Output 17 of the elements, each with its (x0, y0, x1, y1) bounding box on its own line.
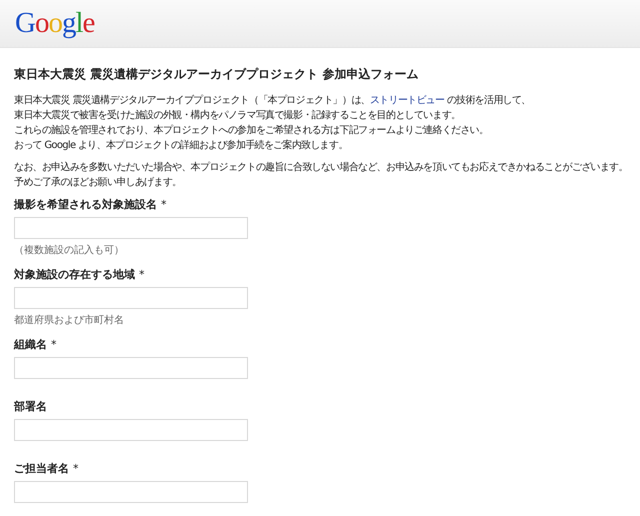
input-field[interactable] (14, 419, 248, 441)
field-label: 組織名 * (14, 337, 58, 352)
field-label: 撮影を希望される対象施設名 * (14, 197, 168, 212)
logo[interactable]: Google (15, 7, 94, 40)
input-field[interactable] (14, 357, 248, 379)
street-view-link[interactable]: ストリートビュー (370, 95, 444, 106)
field-label: 部署名 (14, 399, 48, 414)
input-field[interactable] (14, 481, 248, 503)
input-field[interactable] (14, 287, 248, 309)
intro-paragraph: なお、お申込みを多数いただいた場合や、本プロジェクトの趣旨に合致しない場合など、お申込みを頂いてもお応えできかねることがございます。 予めご了承のほどお願い申しあげます。 (14, 160, 628, 190)
field-label: 対象施設の存在する地域 * (14, 267, 146, 282)
form-title: 東日本大震災 震災遺構デジタルアーカイブプロジェクト 参加申込フォーム (14, 66, 420, 83)
intro-paragraph: 東日本大震災 震災遺構デジタルアーカイブプロジェクト（「本プロジェクト」）は、ストリートビュー の技術を活用して、 東日本大震災で被害を受けた施設の外観・構内をパノラマ写真で撮影・記録することを目的としています。 これらの施設を管理されており、本プロジェクトへの参加をご希望される方は下記フォームよりご連絡ください。 おって Google より、本プロジェクトの詳細および参加手続をご案内致します。 (14, 94, 530, 153)
field-hint: （複数施設の記入も可） (14, 244, 125, 257)
field-label: ご担当者名 * (14, 461, 80, 476)
field-hint: 都道府県および市町村名 (14, 314, 125, 327)
input-field[interactable] (14, 217, 248, 239)
